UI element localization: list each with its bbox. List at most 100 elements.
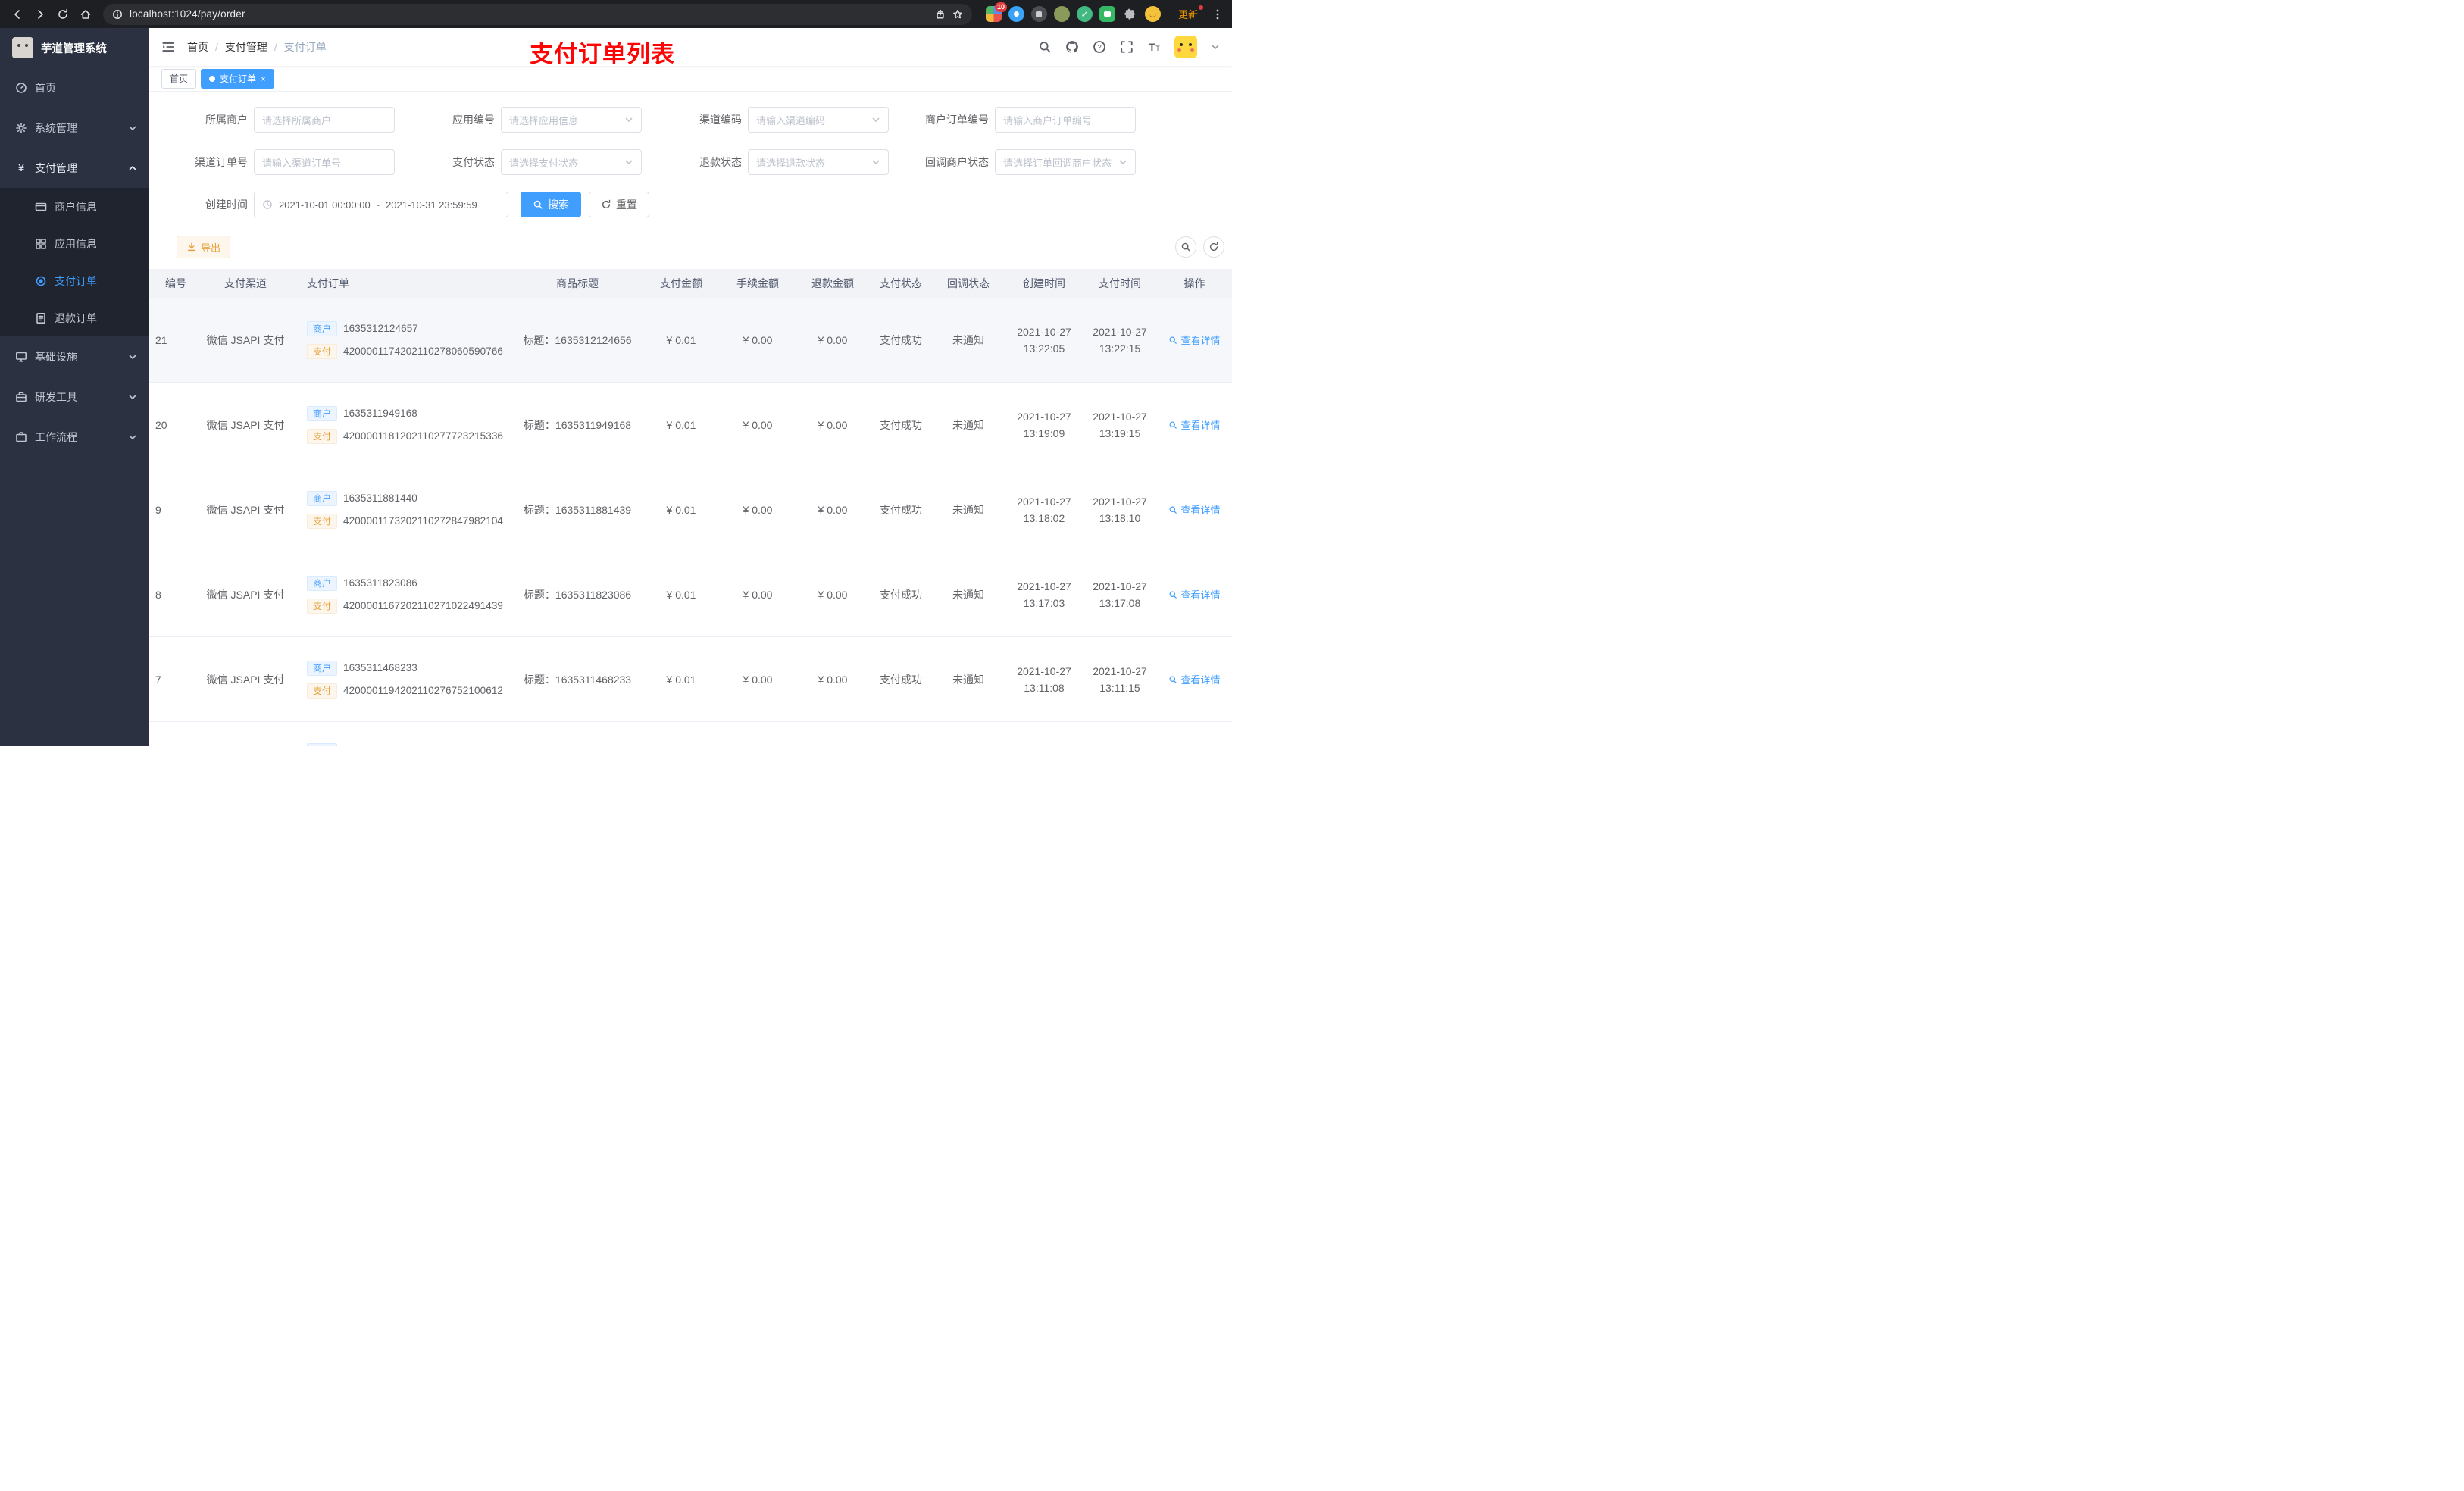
create-time-range-input[interactable]: 2021-10-01 00:00:00 - 2021-10-31 23:59:5… bbox=[254, 192, 508, 217]
clock-icon bbox=[263, 200, 272, 209]
table-row[interactable]: 7 微信 JSAPI 支付 商户 1635311468233 支付 420000… bbox=[149, 637, 1232, 722]
browser-address-bar[interactable]: localhost:1024/pay/order bbox=[103, 3, 972, 25]
fee-amount: ¥ 0.00 bbox=[743, 418, 773, 431]
filter-field-input[interactable]: 请输入渠道订单号 bbox=[254, 149, 395, 175]
filter-field-input[interactable]: 请选择应用信息 bbox=[501, 107, 642, 133]
filter-field-input[interactable]: 请输入商户订单编号 bbox=[995, 107, 1136, 133]
sidebar-toggle-button[interactable] bbox=[161, 40, 175, 54]
view-detail-link[interactable]: 查看详情 bbox=[1168, 587, 1221, 602]
search-button[interactable]: 搜索 bbox=[521, 192, 581, 217]
extension-olive-icon[interactable] bbox=[1053, 6, 1070, 22]
refresh-table-button[interactable] bbox=[1203, 236, 1224, 258]
search-icon[interactable] bbox=[1038, 40, 1052, 54]
order-numbers-cell: 商户 1635311468233 支付 42000011942021102767… bbox=[289, 637, 513, 721]
table-row-partial[interactable]: 商户 1635311157736 bbox=[149, 722, 1232, 746]
tab-pay-order[interactable]: 支付订单 × bbox=[201, 68, 275, 89]
chevron-down-icon bbox=[129, 395, 136, 399]
table-row[interactable]: 8 微信 JSAPI 支付 商户 1635311823086 支付 420000… bbox=[149, 552, 1232, 637]
refund-amount: ¥ 0.00 bbox=[818, 588, 848, 601]
filter-area: 所属商户 请选择所属商户 应用编号 请选择应用信息 渠道编码 请输入渠道编码 商… bbox=[149, 107, 1232, 217]
help-icon[interactable]: ? bbox=[1093, 40, 1106, 54]
filter-field-placeholder: 请选择支付状态 bbox=[509, 157, 579, 169]
filter-field-input[interactable]: 请选择所属商户 bbox=[254, 107, 395, 133]
svg-text:T: T bbox=[1149, 42, 1155, 53]
pay-order-no: 4200001194202110276752100612 bbox=[343, 685, 504, 696]
pay-tag: 支付 bbox=[307, 598, 338, 614]
extension-chat-icon[interactable] bbox=[1099, 6, 1115, 22]
sidebar-logo[interactable]: 芋道管理系统 bbox=[0, 28, 149, 67]
table-row[interactable]: 21 微信 JSAPI 支付 商户 1635312124657 支付 42000… bbox=[149, 298, 1232, 383]
create-date: 2021-10-27 bbox=[1017, 410, 1071, 423]
sidebar-item-workflow[interactable]: 工作流程 bbox=[0, 417, 149, 457]
filter-field-input[interactable]: 请选择支付状态 bbox=[501, 149, 642, 175]
browser-reload-button[interactable] bbox=[53, 5, 73, 24]
breadcrumb-item[interactable]: 支付管理 bbox=[225, 39, 267, 55]
filter-field-label: 商户订单编号 bbox=[925, 114, 989, 126]
order-numbers-cell: 商户 1635311881440 支付 42000011732021102728… bbox=[289, 467, 513, 552]
pay-clock: 13:22:15 bbox=[1099, 342, 1141, 355]
sidebar-item-label: 应用信息 bbox=[55, 237, 97, 250]
toggle-search-button[interactable] bbox=[1175, 236, 1196, 258]
merchant-order-no: 1635311468233 bbox=[343, 662, 417, 674]
sidebar-item-refund-order[interactable]: 退款订单 bbox=[0, 299, 149, 336]
bookmark-star-icon[interactable] bbox=[952, 9, 963, 20]
breadcrumb-item[interactable]: 首页 bbox=[187, 39, 208, 55]
avatar-caret-icon[interactable] bbox=[1211, 42, 1220, 52]
extension-grid-icon[interactable]: 10 bbox=[985, 2, 1007, 22]
logo-image bbox=[12, 37, 33, 58]
filter-field-input[interactable]: 请输入渠道编码 bbox=[748, 107, 889, 133]
reset-button[interactable]: 重置 bbox=[589, 192, 649, 217]
chevron-down-icon bbox=[129, 126, 136, 130]
user-avatar[interactable] bbox=[1174, 36, 1197, 58]
extension-dark-icon[interactable] bbox=[1030, 6, 1047, 22]
share-icon[interactable] bbox=[935, 9, 946, 20]
chevron-down-icon bbox=[872, 117, 880, 122]
browser-menu-button[interactable] bbox=[1211, 8, 1224, 20]
monitor-icon bbox=[15, 352, 27, 362]
filter-row-1: 所属商户 请选择所属商户 应用编号 请选择应用信息 渠道编码 请输入渠道编码 商… bbox=[164, 107, 1232, 133]
pay-time-cell: 2021-10-27 13:19:15 bbox=[1083, 383, 1157, 467]
sidebar-item-app-info[interactable]: 应用信息 bbox=[0, 225, 149, 262]
filter-field-input[interactable]: 请选择订单回调商户状态 bbox=[995, 149, 1136, 175]
browser-chrome: localhost:1024/pay/order 10 ✓ 更新 bbox=[0, 0, 1232, 28]
browser-profile-avatar[interactable] bbox=[1144, 6, 1161, 22]
sidebar-item-system[interactable]: 系统管理 bbox=[0, 108, 149, 148]
sidebar-item-home[interactable]: 首页 bbox=[0, 67, 149, 108]
sidebar-item-pay-order[interactable]: 支付订单 bbox=[0, 262, 149, 299]
browser-back-button[interactable] bbox=[8, 5, 27, 24]
table-row[interactable]: 20 微信 JSAPI 支付 商户 1635311949168 支付 42000… bbox=[149, 383, 1232, 467]
view-detail-link[interactable]: 查看详情 bbox=[1168, 417, 1221, 432]
column-header: 回调状态 bbox=[947, 277, 990, 289]
browser-home-button[interactable] bbox=[76, 5, 95, 24]
create-time-cell: 2021-10-27 13:18:02 bbox=[1005, 467, 1083, 552]
vue-devtools-icon[interactable]: ✓ bbox=[1076, 6, 1093, 22]
site-info-icon[interactable] bbox=[112, 9, 123, 20]
sidebar-item-label: 商户信息 bbox=[55, 200, 97, 213]
view-detail-link[interactable]: 查看详情 bbox=[1168, 333, 1221, 347]
home-icon bbox=[80, 9, 91, 19]
sidebar-item-dev-tools[interactable]: 研发工具 bbox=[0, 377, 149, 417]
export-button-label: 导出 bbox=[201, 242, 221, 254]
browser-update-button[interactable]: 更新 bbox=[1172, 5, 1204, 23]
view-detail-link[interactable]: 查看详情 bbox=[1168, 502, 1221, 517]
tab-home[interactable]: 首页 bbox=[161, 68, 197, 89]
fullscreen-icon[interactable] bbox=[1120, 40, 1134, 54]
table-row[interactable]: 9 微信 JSAPI 支付 商户 1635311881440 支付 420000… bbox=[149, 467, 1232, 552]
tab-close-icon[interactable]: × bbox=[261, 74, 266, 83]
sidebar-item-label: 研发工具 bbox=[35, 390, 77, 403]
extensions-puzzle-icon[interactable] bbox=[1122, 6, 1138, 22]
sidebar-item-merchant-info[interactable]: 商户信息 bbox=[0, 188, 149, 225]
browser-forward-button[interactable] bbox=[30, 5, 50, 24]
extension-blue-icon[interactable] bbox=[1008, 6, 1024, 22]
filter-field: 渠道编码 请输入渠道编码 bbox=[658, 107, 905, 133]
create-date: 2021-10-27 bbox=[1017, 664, 1071, 677]
sidebar-item-infra[interactable]: 基础设施 bbox=[0, 336, 149, 377]
sidebar-item-payment[interactable]: ¥ 支付管理 bbox=[0, 148, 149, 188]
github-icon[interactable] bbox=[1065, 40, 1079, 54]
filter-field-label: 支付状态 bbox=[452, 156, 495, 168]
filter-field-input[interactable]: 请选择退款状态 bbox=[748, 149, 889, 175]
export-button[interactable]: 导出 bbox=[177, 236, 231, 258]
pay-clock: 13:18:10 bbox=[1099, 511, 1141, 524]
font-size-icon[interactable]: TT bbox=[1147, 40, 1161, 54]
view-detail-link[interactable]: 查看详情 bbox=[1168, 672, 1221, 686]
